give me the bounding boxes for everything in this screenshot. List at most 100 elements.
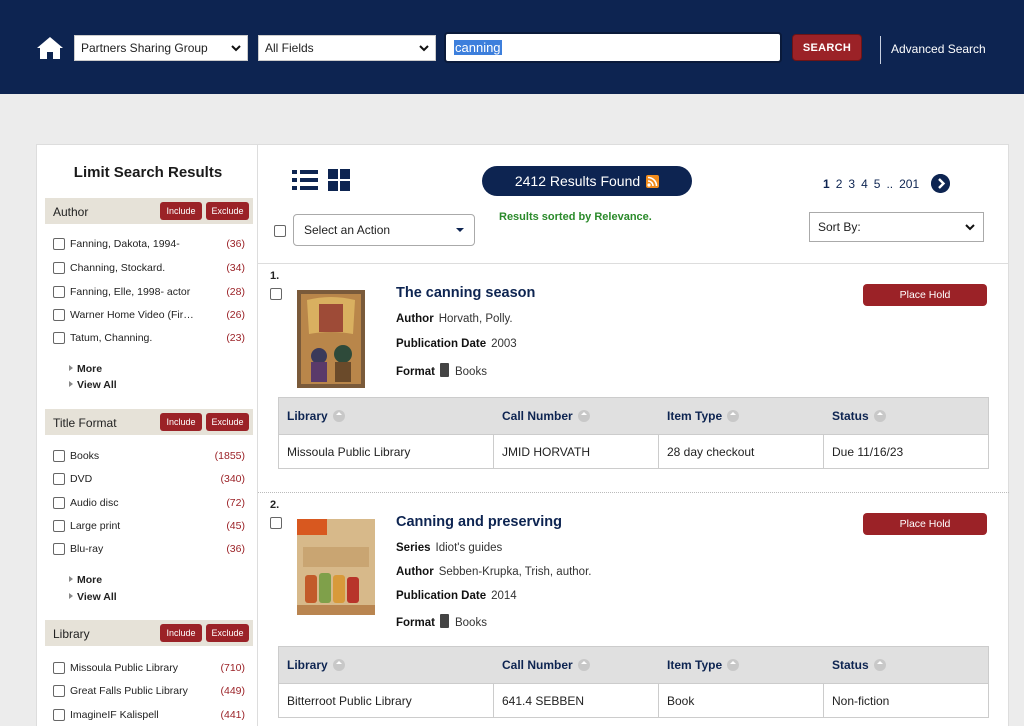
sort-icon[interactable]	[577, 410, 590, 422]
column-header-call-number[interactable]: Call Number	[494, 658, 659, 672]
place-hold-button[interactable]: Place Hold	[863, 513, 987, 535]
exclude-button[interactable]: Exclude	[206, 413, 249, 431]
facet-item[interactable]: Warner Home Video (Fir… (26)	[53, 307, 245, 323]
holdings-header-row: Library Call Number Item Type Status	[279, 398, 988, 434]
exclude-button[interactable]: Exclude	[206, 624, 249, 642]
facet-checkbox[interactable]	[53, 662, 65, 674]
caret-right-icon	[69, 365, 73, 371]
facet-item-count: (1855)	[214, 450, 245, 462]
rss-icon[interactable]	[646, 174, 660, 188]
facet-item[interactable]: Great Falls Public Library (449)	[53, 683, 245, 699]
page-link[interactable]: 201	[899, 177, 919, 191]
page-link[interactable]: 1	[823, 177, 830, 191]
page-link[interactable]: 5	[874, 177, 881, 191]
column-header-call-number[interactable]: Call Number	[494, 409, 659, 423]
include-button[interactable]: Include	[160, 624, 202, 642]
sort-icon[interactable]	[332, 410, 345, 422]
facet-checkbox[interactable]	[53, 543, 65, 555]
select-all-checkbox[interactable]	[274, 225, 286, 237]
place-hold-button[interactable]: Place Hold	[863, 284, 987, 306]
facet-checkbox[interactable]	[53, 262, 65, 274]
sort-icon[interactable]	[727, 410, 740, 422]
column-header-library[interactable]: Library	[279, 409, 494, 423]
search-input[interactable]: canning	[444, 32, 782, 63]
facet-item[interactable]: Audio disc (72)	[53, 495, 245, 511]
sort-icon[interactable]	[577, 659, 590, 671]
facet-checkbox[interactable]	[53, 238, 65, 250]
facet-item[interactable]: Blu-ray (36)	[53, 541, 245, 557]
group-select[interactable]: Partners Sharing Group	[74, 35, 248, 61]
facet-more-link[interactable]: More	[69, 363, 102, 375]
facet-item[interactable]: Missoula Public Library (710)	[53, 660, 245, 676]
pub-date-value: 2014	[491, 590, 517, 602]
facet-item[interactable]: Channing, Stockard. (34)	[53, 260, 245, 276]
facet-item-count: (72)	[226, 497, 245, 509]
facet-more-link[interactable]: More	[69, 574, 102, 586]
facet-item-count: (26)	[226, 309, 245, 321]
next-page-icon[interactable]	[931, 174, 951, 193]
facet-title: Library	[53, 627, 90, 641]
series-label: Series	[396, 542, 431, 554]
include-button[interactable]: Include	[160, 413, 202, 431]
author-value[interactable]: Horvath, Polly.	[439, 313, 513, 325]
facet-item[interactable]: ImagineIF Kalispell (441)	[53, 707, 245, 723]
facet-checkbox[interactable]	[53, 497, 65, 509]
column-header-status[interactable]: Status	[824, 409, 988, 423]
facet-item-count: (28)	[226, 286, 245, 298]
facet-item-label: Books	[70, 450, 100, 462]
home-icon[interactable]	[36, 36, 64, 60]
column-header-label: Status	[832, 409, 869, 423]
include-button[interactable]: Include	[160, 202, 202, 220]
facet-item[interactable]: DVD (340)	[53, 471, 245, 487]
book-cover-image[interactable]	[297, 519, 375, 615]
author-value[interactable]: Sebben-Krupka, Trish, author.	[439, 566, 592, 578]
facet-checkbox[interactable]	[53, 709, 65, 721]
record-title-link[interactable]: Canning and preserving	[396, 514, 562, 530]
facet-item-count: (36)	[226, 238, 245, 250]
sort-note: Results sorted by Relevance.	[499, 211, 652, 223]
facet-checkbox[interactable]	[53, 332, 65, 344]
cell-call-number: JMID HORVATH	[494, 434, 659, 469]
column-header-item-type[interactable]: Item Type	[659, 409, 824, 423]
header-divider	[880, 36, 881, 64]
facet-item[interactable]: Tatum, Channing. (23)	[53, 330, 245, 346]
page-link[interactable]: 4	[861, 177, 868, 191]
column-header-item-type[interactable]: Item Type	[659, 658, 824, 672]
sort-icon[interactable]	[873, 410, 886, 422]
page-link[interactable]: 3	[848, 177, 855, 191]
column-header-status[interactable]: Status	[824, 658, 988, 672]
sort-select[interactable]: Sort By:	[809, 212, 984, 242]
action-select[interactable]: Select an Action	[293, 214, 475, 246]
facet-checkbox[interactable]	[53, 286, 65, 298]
facet-view-all-link[interactable]: View All	[69, 591, 117, 603]
list-view-icon[interactable]	[292, 169, 318, 191]
facet-checkbox[interactable]	[53, 450, 65, 462]
facet-item-label: Fanning, Elle, 1998- actor	[70, 286, 191, 298]
series-value[interactable]: Idiot's guides	[436, 542, 503, 554]
advanced-search-link[interactable]: Advanced Search	[891, 42, 986, 56]
facet-item[interactable]: Fanning, Dakota, 1994- (36)	[53, 236, 245, 252]
record-checkbox[interactable]	[270, 288, 282, 300]
facet-checkbox[interactable]	[53, 309, 65, 321]
sort-icon[interactable]	[727, 659, 740, 671]
facet-view-all-link[interactable]: View All	[69, 379, 117, 391]
facet-item-label: Tatum, Channing.	[70, 332, 153, 344]
page-ellipsis: ..	[886, 176, 894, 191]
facet-checkbox[interactable]	[53, 520, 65, 532]
book-cover-image[interactable]	[297, 290, 365, 388]
column-header-library[interactable]: Library	[279, 658, 494, 672]
facet-checkbox[interactable]	[53, 685, 65, 697]
grid-view-icon[interactable]	[328, 169, 350, 191]
field-select[interactable]: All Fields	[258, 35, 436, 61]
sort-icon[interactable]	[873, 659, 886, 671]
sort-icon[interactable]	[332, 659, 345, 671]
search-button[interactable]: SEARCH	[792, 34, 862, 61]
facet-item[interactable]: Books (1855)	[53, 448, 245, 464]
page-link[interactable]: 2	[836, 177, 843, 191]
record-title-link[interactable]: The canning season	[396, 285, 535, 301]
facet-checkbox[interactable]	[53, 473, 65, 485]
facet-item[interactable]: Large print (45)	[53, 518, 245, 534]
record-checkbox[interactable]	[270, 517, 282, 529]
exclude-button[interactable]: Exclude	[206, 202, 249, 220]
facet-item[interactable]: Fanning, Elle, 1998- actor (28)	[53, 284, 245, 300]
